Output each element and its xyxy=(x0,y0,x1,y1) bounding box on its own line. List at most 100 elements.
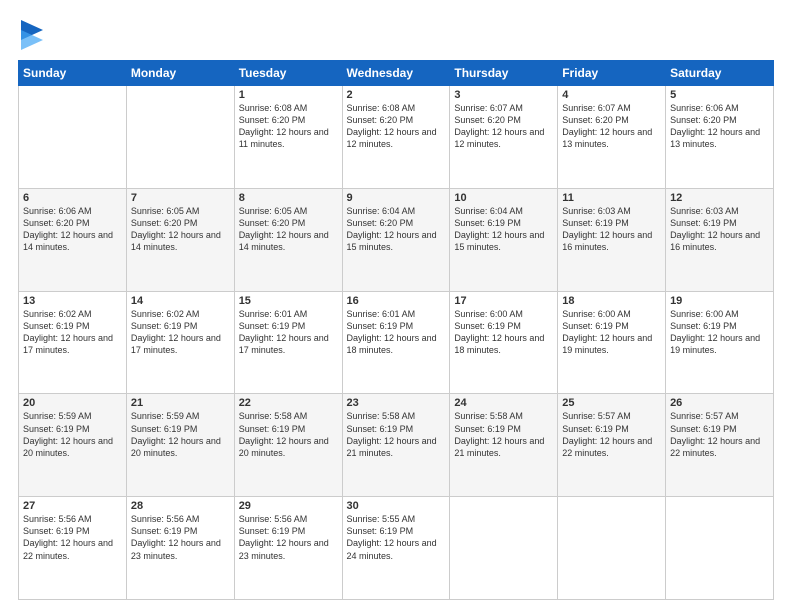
calendar-cell: 5Sunrise: 6:06 AM Sunset: 6:20 PM Daylig… xyxy=(666,86,774,189)
day-info: Sunrise: 5:57 AM Sunset: 6:19 PM Dayligh… xyxy=(670,410,769,459)
calendar-cell: 10Sunrise: 6:04 AM Sunset: 6:19 PM Dayli… xyxy=(450,188,558,291)
day-info: Sunrise: 6:05 AM Sunset: 6:20 PM Dayligh… xyxy=(131,205,230,254)
calendar-cell: 26Sunrise: 5:57 AM Sunset: 6:19 PM Dayli… xyxy=(666,394,774,497)
calendar-cell: 25Sunrise: 5:57 AM Sunset: 6:19 PM Dayli… xyxy=(558,394,666,497)
day-number: 6 xyxy=(23,192,122,204)
calendar-cell: 23Sunrise: 5:58 AM Sunset: 6:19 PM Dayli… xyxy=(342,394,450,497)
day-number: 20 xyxy=(23,397,122,409)
day-info: Sunrise: 6:01 AM Sunset: 6:19 PM Dayligh… xyxy=(347,308,446,357)
day-info: Sunrise: 6:07 AM Sunset: 6:20 PM Dayligh… xyxy=(562,102,661,151)
day-info: Sunrise: 5:58 AM Sunset: 6:19 PM Dayligh… xyxy=(454,410,553,459)
calendar-cell: 7Sunrise: 6:05 AM Sunset: 6:20 PM Daylig… xyxy=(126,188,234,291)
calendar-cell: 24Sunrise: 5:58 AM Sunset: 6:19 PM Dayli… xyxy=(450,394,558,497)
day-info: Sunrise: 6:02 AM Sunset: 6:19 PM Dayligh… xyxy=(131,308,230,357)
calendar-cell: 20Sunrise: 5:59 AM Sunset: 6:19 PM Dayli… xyxy=(19,394,127,497)
day-info: Sunrise: 5:58 AM Sunset: 6:19 PM Dayligh… xyxy=(239,410,338,459)
day-info: Sunrise: 5:56 AM Sunset: 6:19 PM Dayligh… xyxy=(131,513,230,562)
day-info: Sunrise: 6:00 AM Sunset: 6:19 PM Dayligh… xyxy=(670,308,769,357)
day-number: 21 xyxy=(131,397,230,409)
calendar-header-saturday: Saturday xyxy=(666,61,774,86)
calendar-week-row: 20Sunrise: 5:59 AM Sunset: 6:19 PM Dayli… xyxy=(19,394,774,497)
day-number: 14 xyxy=(131,295,230,307)
calendar-cell: 28Sunrise: 5:56 AM Sunset: 6:19 PM Dayli… xyxy=(126,497,234,600)
day-number: 17 xyxy=(454,295,553,307)
calendar-cell xyxy=(558,497,666,600)
day-number: 7 xyxy=(131,192,230,204)
page: SundayMondayTuesdayWednesdayThursdayFrid… xyxy=(0,0,792,612)
day-number: 10 xyxy=(454,192,553,204)
day-info: Sunrise: 6:00 AM Sunset: 6:19 PM Dayligh… xyxy=(454,308,553,357)
calendar-cell: 12Sunrise: 6:03 AM Sunset: 6:19 PM Dayli… xyxy=(666,188,774,291)
day-info: Sunrise: 6:06 AM Sunset: 6:20 PM Dayligh… xyxy=(670,102,769,151)
calendar-header-friday: Friday xyxy=(558,61,666,86)
day-number: 15 xyxy=(239,295,338,307)
calendar-week-row: 27Sunrise: 5:56 AM Sunset: 6:19 PM Dayli… xyxy=(19,497,774,600)
calendar-cell: 15Sunrise: 6:01 AM Sunset: 6:19 PM Dayli… xyxy=(234,291,342,394)
day-info: Sunrise: 6:05 AM Sunset: 6:20 PM Dayligh… xyxy=(239,205,338,254)
calendar-cell: 16Sunrise: 6:01 AM Sunset: 6:19 PM Dayli… xyxy=(342,291,450,394)
day-info: Sunrise: 6:04 AM Sunset: 6:19 PM Dayligh… xyxy=(454,205,553,254)
calendar-cell xyxy=(19,86,127,189)
day-info: Sunrise: 6:01 AM Sunset: 6:19 PM Dayligh… xyxy=(239,308,338,357)
calendar-week-row: 1Sunrise: 6:08 AM Sunset: 6:20 PM Daylig… xyxy=(19,86,774,189)
day-number: 13 xyxy=(23,295,122,307)
day-info: Sunrise: 5:59 AM Sunset: 6:19 PM Dayligh… xyxy=(131,410,230,459)
day-info: Sunrise: 6:07 AM Sunset: 6:20 PM Dayligh… xyxy=(454,102,553,151)
day-info: Sunrise: 6:02 AM Sunset: 6:19 PM Dayligh… xyxy=(23,308,122,357)
day-number: 26 xyxy=(670,397,769,409)
day-info: Sunrise: 6:08 AM Sunset: 6:20 PM Dayligh… xyxy=(239,102,338,151)
day-info: Sunrise: 6:03 AM Sunset: 6:19 PM Dayligh… xyxy=(670,205,769,254)
calendar-cell: 4Sunrise: 6:07 AM Sunset: 6:20 PM Daylig… xyxy=(558,86,666,189)
calendar-cell: 13Sunrise: 6:02 AM Sunset: 6:19 PM Dayli… xyxy=(19,291,127,394)
calendar-cell: 6Sunrise: 6:06 AM Sunset: 6:20 PM Daylig… xyxy=(19,188,127,291)
day-number: 4 xyxy=(562,89,661,101)
day-number: 11 xyxy=(562,192,661,204)
day-info: Sunrise: 6:00 AM Sunset: 6:19 PM Dayligh… xyxy=(562,308,661,357)
day-number: 1 xyxy=(239,89,338,101)
day-info: Sunrise: 6:06 AM Sunset: 6:20 PM Dayligh… xyxy=(23,205,122,254)
calendar-cell: 29Sunrise: 5:56 AM Sunset: 6:19 PM Dayli… xyxy=(234,497,342,600)
day-number: 9 xyxy=(347,192,446,204)
day-number: 23 xyxy=(347,397,446,409)
calendar-header-row: SundayMondayTuesdayWednesdayThursdayFrid… xyxy=(19,61,774,86)
day-number: 27 xyxy=(23,500,122,512)
calendar-week-row: 13Sunrise: 6:02 AM Sunset: 6:19 PM Dayli… xyxy=(19,291,774,394)
day-number: 12 xyxy=(670,192,769,204)
calendar-cell: 2Sunrise: 6:08 AM Sunset: 6:20 PM Daylig… xyxy=(342,86,450,189)
day-info: Sunrise: 6:04 AM Sunset: 6:20 PM Dayligh… xyxy=(347,205,446,254)
calendar-cell: 17Sunrise: 6:00 AM Sunset: 6:19 PM Dayli… xyxy=(450,291,558,394)
day-info: Sunrise: 5:56 AM Sunset: 6:19 PM Dayligh… xyxy=(239,513,338,562)
calendar-cell: 8Sunrise: 6:05 AM Sunset: 6:20 PM Daylig… xyxy=(234,188,342,291)
logo-icon xyxy=(21,20,43,50)
calendar-cell xyxy=(126,86,234,189)
day-info: Sunrise: 6:03 AM Sunset: 6:19 PM Dayligh… xyxy=(562,205,661,254)
calendar-header-monday: Monday xyxy=(126,61,234,86)
calendar-header-sunday: Sunday xyxy=(19,61,127,86)
day-number: 5 xyxy=(670,89,769,101)
day-number: 22 xyxy=(239,397,338,409)
calendar-cell: 14Sunrise: 6:02 AM Sunset: 6:19 PM Dayli… xyxy=(126,291,234,394)
calendar-cell xyxy=(666,497,774,600)
day-info: Sunrise: 5:55 AM Sunset: 6:19 PM Dayligh… xyxy=(347,513,446,562)
logo xyxy=(18,18,43,50)
calendar-cell: 11Sunrise: 6:03 AM Sunset: 6:19 PM Dayli… xyxy=(558,188,666,291)
calendar-cell: 1Sunrise: 6:08 AM Sunset: 6:20 PM Daylig… xyxy=(234,86,342,189)
calendar-header-tuesday: Tuesday xyxy=(234,61,342,86)
calendar-cell xyxy=(450,497,558,600)
header xyxy=(18,18,774,50)
day-number: 19 xyxy=(670,295,769,307)
calendar-cell: 30Sunrise: 5:55 AM Sunset: 6:19 PM Dayli… xyxy=(342,497,450,600)
day-number: 24 xyxy=(454,397,553,409)
day-info: Sunrise: 5:59 AM Sunset: 6:19 PM Dayligh… xyxy=(23,410,122,459)
calendar-cell: 19Sunrise: 6:00 AM Sunset: 6:19 PM Dayli… xyxy=(666,291,774,394)
day-info: Sunrise: 6:08 AM Sunset: 6:20 PM Dayligh… xyxy=(347,102,446,151)
day-info: Sunrise: 5:56 AM Sunset: 6:19 PM Dayligh… xyxy=(23,513,122,562)
day-info: Sunrise: 5:57 AM Sunset: 6:19 PM Dayligh… xyxy=(562,410,661,459)
calendar-table: SundayMondayTuesdayWednesdayThursdayFrid… xyxy=(18,60,774,600)
calendar-cell: 22Sunrise: 5:58 AM Sunset: 6:19 PM Dayli… xyxy=(234,394,342,497)
day-number: 30 xyxy=(347,500,446,512)
day-number: 2 xyxy=(347,89,446,101)
calendar-cell: 27Sunrise: 5:56 AM Sunset: 6:19 PM Dayli… xyxy=(19,497,127,600)
day-number: 8 xyxy=(239,192,338,204)
calendar-header-wednesday: Wednesday xyxy=(342,61,450,86)
